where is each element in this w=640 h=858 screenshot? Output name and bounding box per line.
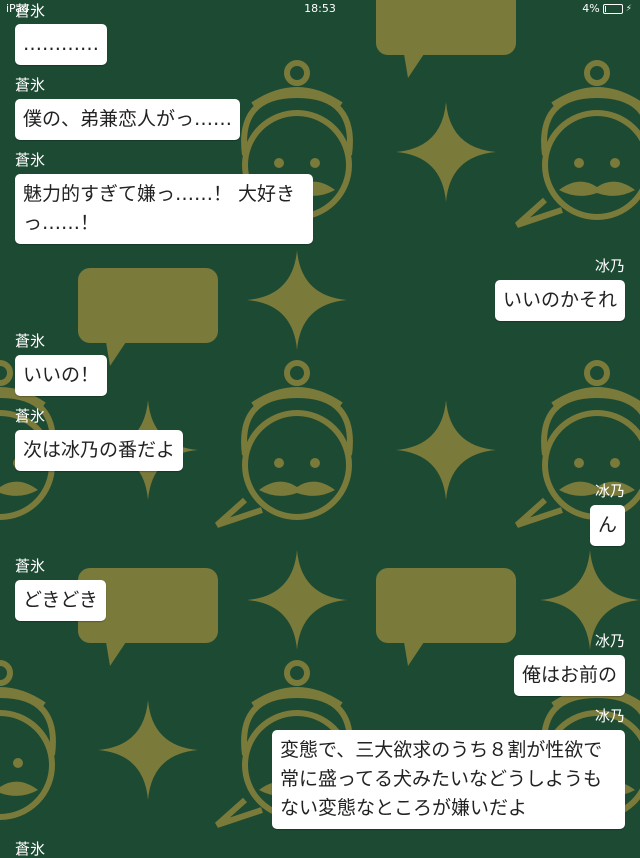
battery-icon	[602, 3, 623, 14]
battery-percent: 4%	[582, 2, 600, 15]
message: 冰乃 いいのかそれ	[494, 257, 625, 321]
sender-name: 冰乃	[594, 632, 625, 650]
message-bubble[interactable]: ん	[589, 505, 625, 546]
message: 蒼氷 魅力的すぎて嫌っ……！ 大好きっ……！	[15, 151, 313, 244]
message: 蒼氷 いいの！	[15, 332, 108, 396]
bolt-icon: ⚡	[625, 3, 632, 14]
sender-name: 蒼氷	[15, 151, 46, 169]
sender-name: 蒼氷	[15, 840, 46, 858]
sender-name: 蒼氷	[15, 407, 46, 425]
message-bubble[interactable]: 変態で、三大欲求のうち８割が性欲で常に盛ってる犬みたいなどうしようもない変態なと…	[272, 730, 625, 829]
message: 蒼氷	[15, 840, 45, 858]
message: 冰乃 変態で、三大欲求のうち８割が性欲で常に盛ってる犬みたいなどうしようもない変…	[272, 707, 625, 829]
sender-name: 蒼氷	[15, 76, 46, 94]
message: 冰乃 ん	[589, 482, 625, 546]
message: 蒼氷 どきどき	[15, 557, 106, 621]
sender-name: 冰乃	[594, 482, 625, 500]
message-bubble[interactable]: どきどき	[15, 580, 106, 621]
message: 冰乃 俺はお前の	[513, 632, 625, 696]
status-bar: iPad 18:53 4% ⚡	[0, 0, 640, 18]
sender-name: 冰乃	[594, 707, 625, 725]
battery-fill	[604, 5, 606, 12]
sender-name: 蒼氷	[15, 332, 46, 350]
message-bubble[interactable]: いいのかそれ	[494, 280, 625, 321]
sender-name: 蒼氷	[15, 557, 46, 575]
message-bubble[interactable]: いいの！	[15, 355, 108, 396]
message-bubble[interactable]: 僕の、弟兼恋人がっ……	[15, 99, 241, 140]
message-bubble[interactable]: 次は冰乃の番だよ	[15, 430, 184, 471]
message-bubble[interactable]: 俺はお前の	[513, 655, 625, 696]
message: 蒼氷 僕の、弟兼恋人がっ……	[15, 76, 241, 140]
sender-name: 冰乃	[594, 257, 625, 275]
message: 蒼氷 次は冰乃の番だよ	[15, 407, 184, 471]
message-bubble[interactable]: 魅力的すぎて嫌っ……！ 大好きっ……！	[15, 174, 313, 244]
status-time: 18:53	[304, 2, 336, 15]
battery-indicator: 4% ⚡	[582, 2, 632, 15]
message-bubble[interactable]: …………	[15, 24, 107, 65]
